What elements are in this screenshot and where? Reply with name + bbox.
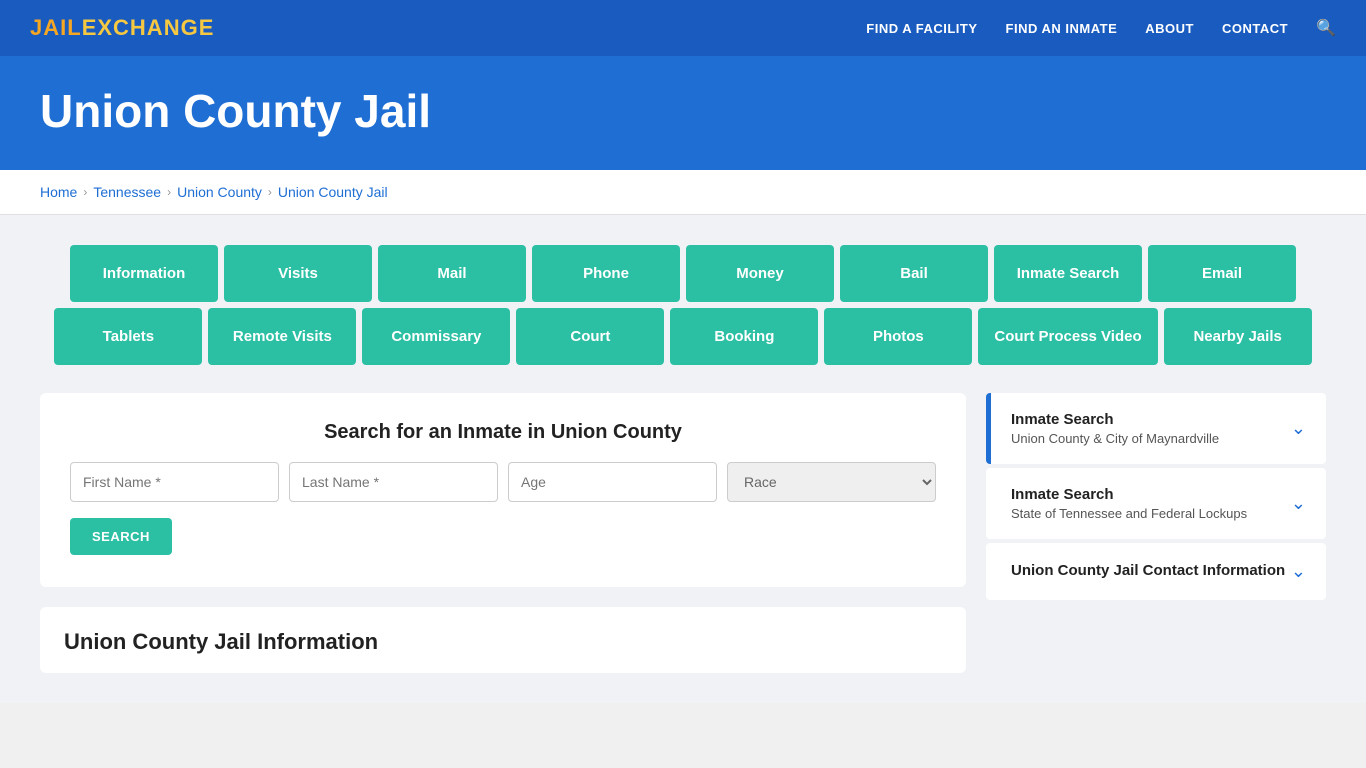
tile-grid: Information Visits Mail Phone Money Bail…	[40, 245, 1326, 365]
navbar: JAILEXCHANGE FIND A FACILITY FIND AN INM…	[0, 0, 1366, 56]
search-fields: Race White Black Hispanic Asian Other	[70, 462, 936, 502]
last-name-input[interactable]	[289, 462, 498, 502]
tile-visits[interactable]: Visits	[224, 245, 372, 302]
logo-jail: JAIL	[30, 15, 82, 40]
sidebar-card-subtitle-2: State of Tennessee and Federal Lockups	[1011, 506, 1247, 521]
nav-find-facility[interactable]: FIND A FACILITY	[866, 21, 977, 36]
breadcrumb-home[interactable]: Home	[40, 184, 77, 200]
tile-money[interactable]: Money	[686, 245, 834, 302]
tile-information[interactable]: Information	[70, 245, 218, 302]
age-input[interactable]	[508, 462, 717, 502]
nav-links: FIND A FACILITY FIND AN INMATE ABOUT CON…	[866, 18, 1336, 38]
right-sidebar: Inmate Search Union County & City of May…	[986, 393, 1326, 604]
nav-about[interactable]: ABOUT	[1145, 21, 1194, 36]
chevron-down-icon-2: ⌄	[1291, 493, 1306, 514]
left-panel: Search for an Inmate in Union County Rac…	[40, 393, 966, 673]
tile-tablets[interactable]: Tablets	[54, 308, 202, 365]
chevron-down-icon-1: ⌄	[1291, 418, 1306, 439]
breadcrumb-tennessee[interactable]: Tennessee	[93, 184, 161, 200]
first-name-input[interactable]	[70, 462, 279, 502]
sidebar-card-subtitle-1: Union County & City of Maynardville	[1011, 431, 1219, 446]
info-section-title: Union County Jail Information	[64, 629, 942, 655]
tile-phone[interactable]: Phone	[532, 245, 680, 302]
content-area: Search for an Inmate in Union County Rac…	[40, 393, 1326, 673]
sidebar-card-contact-info[interactable]: Union County Jail Contact Information ⌄	[986, 543, 1326, 600]
sidebar-card-inmate-search-state[interactable]: Inmate Search State of Tennessee and Fed…	[986, 468, 1326, 539]
info-section: Union County Jail Information	[40, 607, 966, 673]
inmate-search-box: Search for an Inmate in Union County Rac…	[40, 393, 966, 587]
tile-inmate-search[interactable]: Inmate Search	[994, 245, 1142, 302]
tile-court[interactable]: Court	[516, 308, 664, 365]
breadcrumb: Home › Tennessee › Union County › Union …	[0, 170, 1366, 215]
breadcrumb-sep-1: ›	[83, 185, 87, 199]
sidebar-card-title-1: Inmate Search	[1011, 411, 1219, 428]
race-select[interactable]: Race White Black Hispanic Asian Other	[727, 462, 936, 502]
search-icon[interactable]: 🔍	[1316, 18, 1336, 38]
tile-booking[interactable]: Booking	[670, 308, 818, 365]
breadcrumb-union-county[interactable]: Union County	[177, 184, 262, 200]
search-button[interactable]: SEARCH	[70, 518, 172, 555]
tile-mail[interactable]: Mail	[378, 245, 526, 302]
logo-exchange: EXCHANGE	[82, 15, 215, 40]
sidebar-card-title-2: Inmate Search	[1011, 486, 1247, 503]
breadcrumb-sep-2: ›	[167, 185, 171, 199]
site-logo[interactable]: JAILEXCHANGE	[30, 15, 214, 41]
search-heading: Search for an Inmate in Union County	[70, 421, 936, 444]
tile-nearby-jails[interactable]: Nearby Jails	[1164, 308, 1312, 365]
nav-find-inmate[interactable]: FIND AN INMATE	[1006, 21, 1118, 36]
tile-commissary[interactable]: Commissary	[362, 308, 510, 365]
nav-contact[interactable]: CONTACT	[1222, 21, 1288, 36]
tile-email[interactable]: Email	[1148, 245, 1296, 302]
breadcrumb-sep-3: ›	[268, 185, 272, 199]
tile-remote-visits[interactable]: Remote Visits	[208, 308, 356, 365]
page-title: Union County Jail	[40, 84, 1326, 138]
breadcrumb-union-county-jail[interactable]: Union County Jail	[278, 184, 388, 200]
chevron-down-icon-3: ⌄	[1291, 561, 1306, 582]
hero-section: Union County Jail	[0, 56, 1366, 170]
tile-court-process-video[interactable]: Court Process Video	[978, 308, 1157, 365]
main-content: Information Visits Mail Phone Money Bail…	[0, 215, 1366, 703]
tile-bail[interactable]: Bail	[840, 245, 988, 302]
tile-photos[interactable]: Photos	[824, 308, 972, 365]
sidebar-card-title-3: Union County Jail Contact Information	[1011, 562, 1285, 579]
sidebar-card-inmate-search-local[interactable]: Inmate Search Union County & City of May…	[986, 393, 1326, 464]
